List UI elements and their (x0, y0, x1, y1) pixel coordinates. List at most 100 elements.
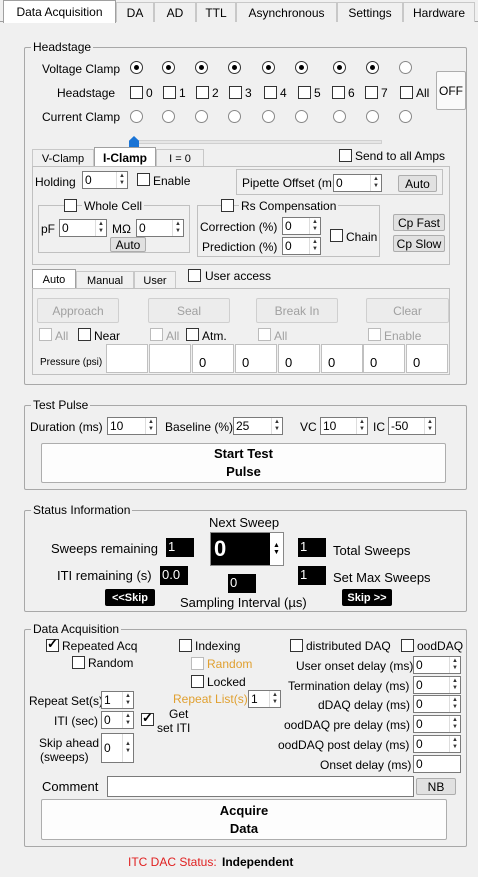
clear-enable-checkbox[interactable] (368, 328, 381, 341)
repeat-lists-input[interactable]: 1 ▲ ▼ (248, 690, 281, 708)
repeated-acq-checkbox[interactable] (46, 637, 59, 652)
mohm-input[interactable]: 0 ▲ ▼ (136, 219, 184, 237)
acquire-data-button[interactable]: Acquire Data (41, 799, 447, 840)
cp-slow-button[interactable]: Cp Slow (393, 235, 445, 252)
headstage-slider-track[interactable] (130, 140, 382, 144)
off-button[interactable]: OFF (436, 71, 466, 110)
start-test-pulse-button[interactable]: Start Test Pulse (41, 443, 446, 483)
tab-ad[interactable]: AD (154, 2, 196, 22)
tab-data-acquisition[interactable]: Data Acquisition (3, 0, 116, 23)
seal-button[interactable]: Seal (148, 298, 230, 323)
break-in-all-checkbox[interactable] (258, 328, 271, 341)
comment-label: Comment (42, 779, 99, 794)
ic-input[interactable]: -50 ▲ ▼ (388, 417, 436, 435)
headstage-checkbox-4[interactable] (264, 86, 277, 99)
voltage-clamp-radio-4[interactable] (262, 61, 275, 74)
approach-all-checkbox[interactable] (39, 328, 52, 341)
current-clamp-radio-5[interactable] (295, 110, 308, 123)
headstage-checkbox-8[interactable] (400, 86, 413, 99)
holding-input[interactable]: 0 ▲ ▼ (82, 171, 128, 189)
send-all-amps-checkbox[interactable] (339, 149, 352, 162)
tab-ttl[interactable]: TTL (196, 2, 236, 22)
random-indexing-checkbox[interactable] (191, 657, 204, 670)
break-in-button[interactable]: Break In (256, 298, 338, 323)
current-clamp-radio-3[interactable] (228, 110, 241, 123)
tab-pressure-user[interactable]: User (134, 271, 176, 289)
ddaq-delay-input[interactable]: 0 ▲ ▼ (413, 695, 461, 713)
headstage-checkbox-3[interactable] (229, 86, 242, 99)
rs-compensation-checkbox[interactable] (221, 199, 234, 212)
chain-checkbox[interactable] (330, 229, 343, 242)
current-clamp-radio-8[interactable] (399, 110, 412, 123)
duration-input[interactable]: 10 ▲ ▼ (107, 417, 157, 435)
prediction-input[interactable]: 0 ▲ ▼ (282, 237, 321, 255)
tab-i-clamp[interactable]: I-Clamp (94, 147, 156, 167)
headstage-checkbox-7[interactable] (365, 86, 378, 99)
ooddaq-post-input[interactable]: 0 ▲ ▼ (413, 735, 461, 753)
current-clamp-radio-4[interactable] (262, 110, 275, 123)
tab-hardware[interactable]: Hardware (403, 2, 475, 22)
approach-button[interactable]: Approach (37, 298, 119, 323)
pf-input[interactable]: 0 ▲ ▼ (59, 219, 107, 237)
tab-i-zero[interactable]: I = 0 (156, 149, 204, 167)
ooddaq-checkbox[interactable] (401, 639, 414, 652)
voltage-clamp-radio-3[interactable] (228, 61, 241, 74)
tab-v-clamp[interactable]: V-Clamp (32, 149, 94, 167)
headstage-checkbox-2[interactable] (196, 86, 209, 99)
vc-label: VC (300, 420, 317, 434)
get-set-iti-checkbox[interactable] (141, 711, 154, 726)
current-clamp-radio-7[interactable] (366, 110, 379, 123)
random-checkbox[interactable] (72, 656, 85, 669)
repeat-sets-input[interactable]: 1 ▲ ▼ (101, 691, 134, 709)
nb-button[interactable]: NB (416, 778, 456, 795)
skip-forward-button[interactable]: Skip >> (342, 589, 392, 606)
tab-settings[interactable]: Settings (337, 2, 403, 22)
cp-fast-button[interactable]: Cp Fast (393, 214, 445, 231)
correction-input[interactable]: 0 ▲ ▼ (282, 217, 321, 235)
baseline-input[interactable]: 25 ▲ ▼ (233, 417, 283, 435)
skip-ahead-input[interactable]: 0 ▲ ▼ (101, 733, 134, 763)
voltage-clamp-radio-6[interactable] (333, 61, 346, 74)
repeat-lists-label: Repeat List(s) (173, 692, 248, 706)
seal-all-checkbox[interactable] (150, 328, 163, 341)
near-checkbox[interactable] (78, 328, 91, 341)
tab-asynchronous[interactable]: Asynchronous (236, 2, 337, 22)
skip-back-button[interactable]: <<Skip (105, 589, 155, 606)
current-clamp-radio-6[interactable] (333, 110, 346, 123)
next-sweep-input[interactable]: 0 ▲ ▼ (210, 532, 284, 566)
ooddaq-pre-input[interactable]: 0 ▲ ▼ (413, 715, 461, 733)
headstage-checkbox-6[interactable] (332, 86, 345, 99)
tab-pressure-auto[interactable]: Auto (32, 269, 76, 289)
current-clamp-radio-0[interactable] (130, 110, 143, 123)
vc-input[interactable]: 10 ▲ ▼ (320, 417, 368, 435)
atm-checkbox[interactable] (186, 328, 199, 341)
whole-cell-auto-button[interactable]: Auto (110, 237, 146, 252)
voltage-clamp-radio-0[interactable] (130, 61, 143, 74)
iti-input[interactable]: 0 ▲ ▼ (101, 711, 134, 729)
headstage-checkbox-0[interactable] (130, 86, 143, 99)
current-clamp-radio-1[interactable] (162, 110, 175, 123)
pipette-auto-button[interactable]: Auto (398, 175, 437, 192)
tab-da[interactable]: DA (116, 2, 154, 22)
termination-input[interactable]: 0 ▲ ▼ (413, 676, 461, 694)
whole-cell-checkbox[interactable] (64, 199, 77, 212)
headstage-checkbox-1[interactable] (163, 86, 176, 99)
voltage-clamp-radio-2[interactable] (195, 61, 208, 74)
indexing-checkbox[interactable] (179, 639, 192, 652)
pipette-offset-input[interactable]: 0 ▲ ▼ (333, 174, 382, 192)
max-sweeps-label: Set Max Sweeps (333, 570, 431, 585)
comment-input[interactable] (107, 776, 414, 797)
current-clamp-radio-2[interactable] (195, 110, 208, 123)
user-access-checkbox[interactable] (188, 269, 201, 282)
voltage-clamp-radio-1[interactable] (162, 61, 175, 74)
clear-button[interactable]: Clear (366, 298, 449, 323)
locked-checkbox[interactable] (191, 675, 204, 688)
user-onset-input[interactable]: 0 ▲ ▼ (413, 656, 461, 674)
voltage-clamp-radio-8[interactable] (399, 61, 412, 74)
voltage-clamp-radio-5[interactable] (295, 61, 308, 74)
distributed-daq-checkbox[interactable] (290, 639, 303, 652)
voltage-clamp-radio-7[interactable] (366, 61, 379, 74)
headstage-checkbox-5[interactable] (298, 86, 311, 99)
tab-pressure-manual[interactable]: Manual (76, 271, 134, 289)
holding-enable-checkbox[interactable] (137, 173, 150, 186)
